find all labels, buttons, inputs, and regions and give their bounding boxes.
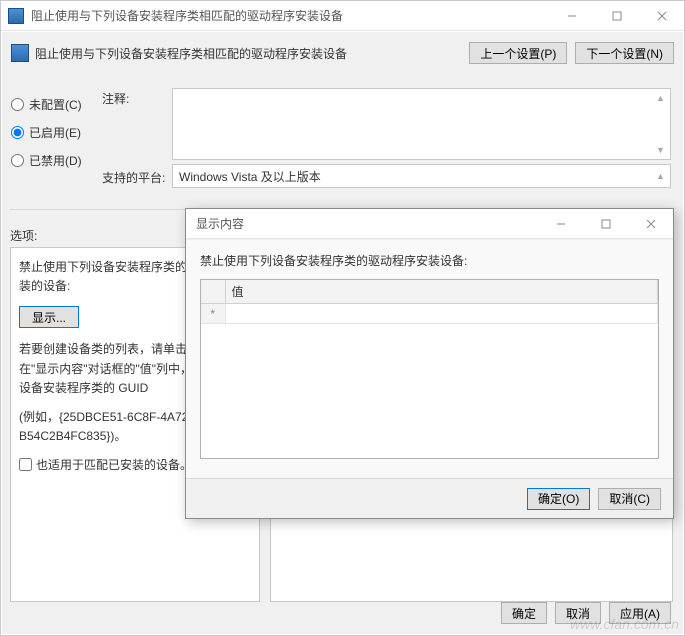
scroll-down-icon[interactable]: ▼ xyxy=(653,142,668,158)
values-grid[interactable]: 值 * xyxy=(200,279,659,459)
dialog-close-button[interactable] xyxy=(628,209,673,238)
dialog-body: 禁止使用下列设备安装程序类的驱动程序安装设备: 值 * xyxy=(186,240,673,478)
grid-cell-value[interactable] xyxy=(225,304,658,324)
also-apply-checkbox-input[interactable] xyxy=(19,458,32,471)
radio-not-configured-input[interactable] xyxy=(11,98,24,111)
main-title: 阻止使用与下列设备安装程序类相匹配的驱动程序安装设备 xyxy=(31,7,549,24)
dialog-minimize-button[interactable] xyxy=(538,209,583,238)
comment-textarea[interactable]: ▲ ▼ xyxy=(172,88,671,160)
dialog-title: 显示内容 xyxy=(196,215,538,232)
main-titlebar[interactable]: 阻止使用与下列设备安装程序类相匹配的驱动程序安装设备 xyxy=(1,1,684,31)
titlebar-buttons xyxy=(549,1,684,30)
radio-not-configured-label: 未配置(C) xyxy=(29,96,82,113)
dialog-titlebar[interactable]: 显示内容 xyxy=(186,209,673,239)
nav-buttons: 上一个设置(P) 下一个设置(N) xyxy=(469,42,674,64)
footer-buttons: 确定 取消 应用(A) xyxy=(501,602,671,624)
dialog-footer: 确定(O) 取消(C) xyxy=(186,478,673,518)
header-row: 阻止使用与下列设备安装程序类相匹配的驱动程序安装设备 上一个设置(P) 下一个设… xyxy=(11,42,674,82)
radio-disabled-label: 已禁用(D) xyxy=(29,152,82,169)
grid-column-header-value[interactable]: 值 xyxy=(225,280,658,304)
dialog-titlebar-buttons xyxy=(538,209,673,238)
dialog-ok-button[interactable]: 确定(O) xyxy=(527,488,590,510)
cancel-button[interactable]: 取消 xyxy=(555,602,601,624)
radio-not-configured[interactable]: 未配置(C) xyxy=(11,90,99,118)
platform-label: 支持的平台: xyxy=(102,169,165,186)
maximize-button[interactable] xyxy=(594,1,639,30)
radio-enabled[interactable]: 已启用(E) xyxy=(11,118,99,146)
show-button[interactable]: 显示... xyxy=(19,306,79,328)
dialog-maximize-button[interactable] xyxy=(583,209,628,238)
dialog-cancel-button[interactable]: 取消(C) xyxy=(598,488,661,510)
also-apply-checkbox-label: 也适用于匹配已安装的设备。 xyxy=(36,456,192,475)
prev-setting-button[interactable]: 上一个设置(P) xyxy=(469,42,567,64)
radio-disabled-input[interactable] xyxy=(11,154,24,167)
platform-value: Windows Vista 及以上版本 xyxy=(179,168,321,185)
app-icon xyxy=(8,8,24,24)
dialog-prompt: 禁止使用下列设备安装程序类的驱动程序安装设备: xyxy=(200,252,659,269)
ok-button[interactable]: 确定 xyxy=(501,602,547,624)
scroll-up-icon[interactable]: ▲ xyxy=(653,90,668,106)
minimize-button[interactable] xyxy=(549,1,594,30)
radio-enabled-label: 已启用(E) xyxy=(29,124,81,141)
apply-button[interactable]: 应用(A) xyxy=(609,602,671,624)
state-radio-group: 未配置(C) 已启用(E) 已禁用(D) xyxy=(11,90,99,174)
radio-enabled-input[interactable] xyxy=(11,126,24,139)
platform-scroll-icon[interactable]: ▲ xyxy=(653,168,668,184)
platform-box: Windows Vista 及以上版本 ▲ xyxy=(172,164,671,188)
next-setting-button[interactable]: 下一个设置(N) xyxy=(575,42,674,64)
comment-label: 注释: xyxy=(102,90,129,107)
grid-row-marker: * xyxy=(201,304,225,324)
grid-corner-header xyxy=(201,280,225,304)
radio-disabled[interactable]: 已禁用(D) xyxy=(11,146,99,174)
close-button[interactable] xyxy=(639,1,684,30)
policy-title: 阻止使用与下列设备安装程序类相匹配的驱动程序安装设备 xyxy=(35,42,469,62)
policy-icon xyxy=(11,44,29,62)
show-contents-dialog: 显示内容 禁止使用下列设备安装程序类的驱动程序安装设备: 值 * 确定(O) 取… xyxy=(185,208,674,519)
grid-new-row[interactable]: * xyxy=(201,304,658,324)
options-label: 选项: xyxy=(10,227,37,244)
